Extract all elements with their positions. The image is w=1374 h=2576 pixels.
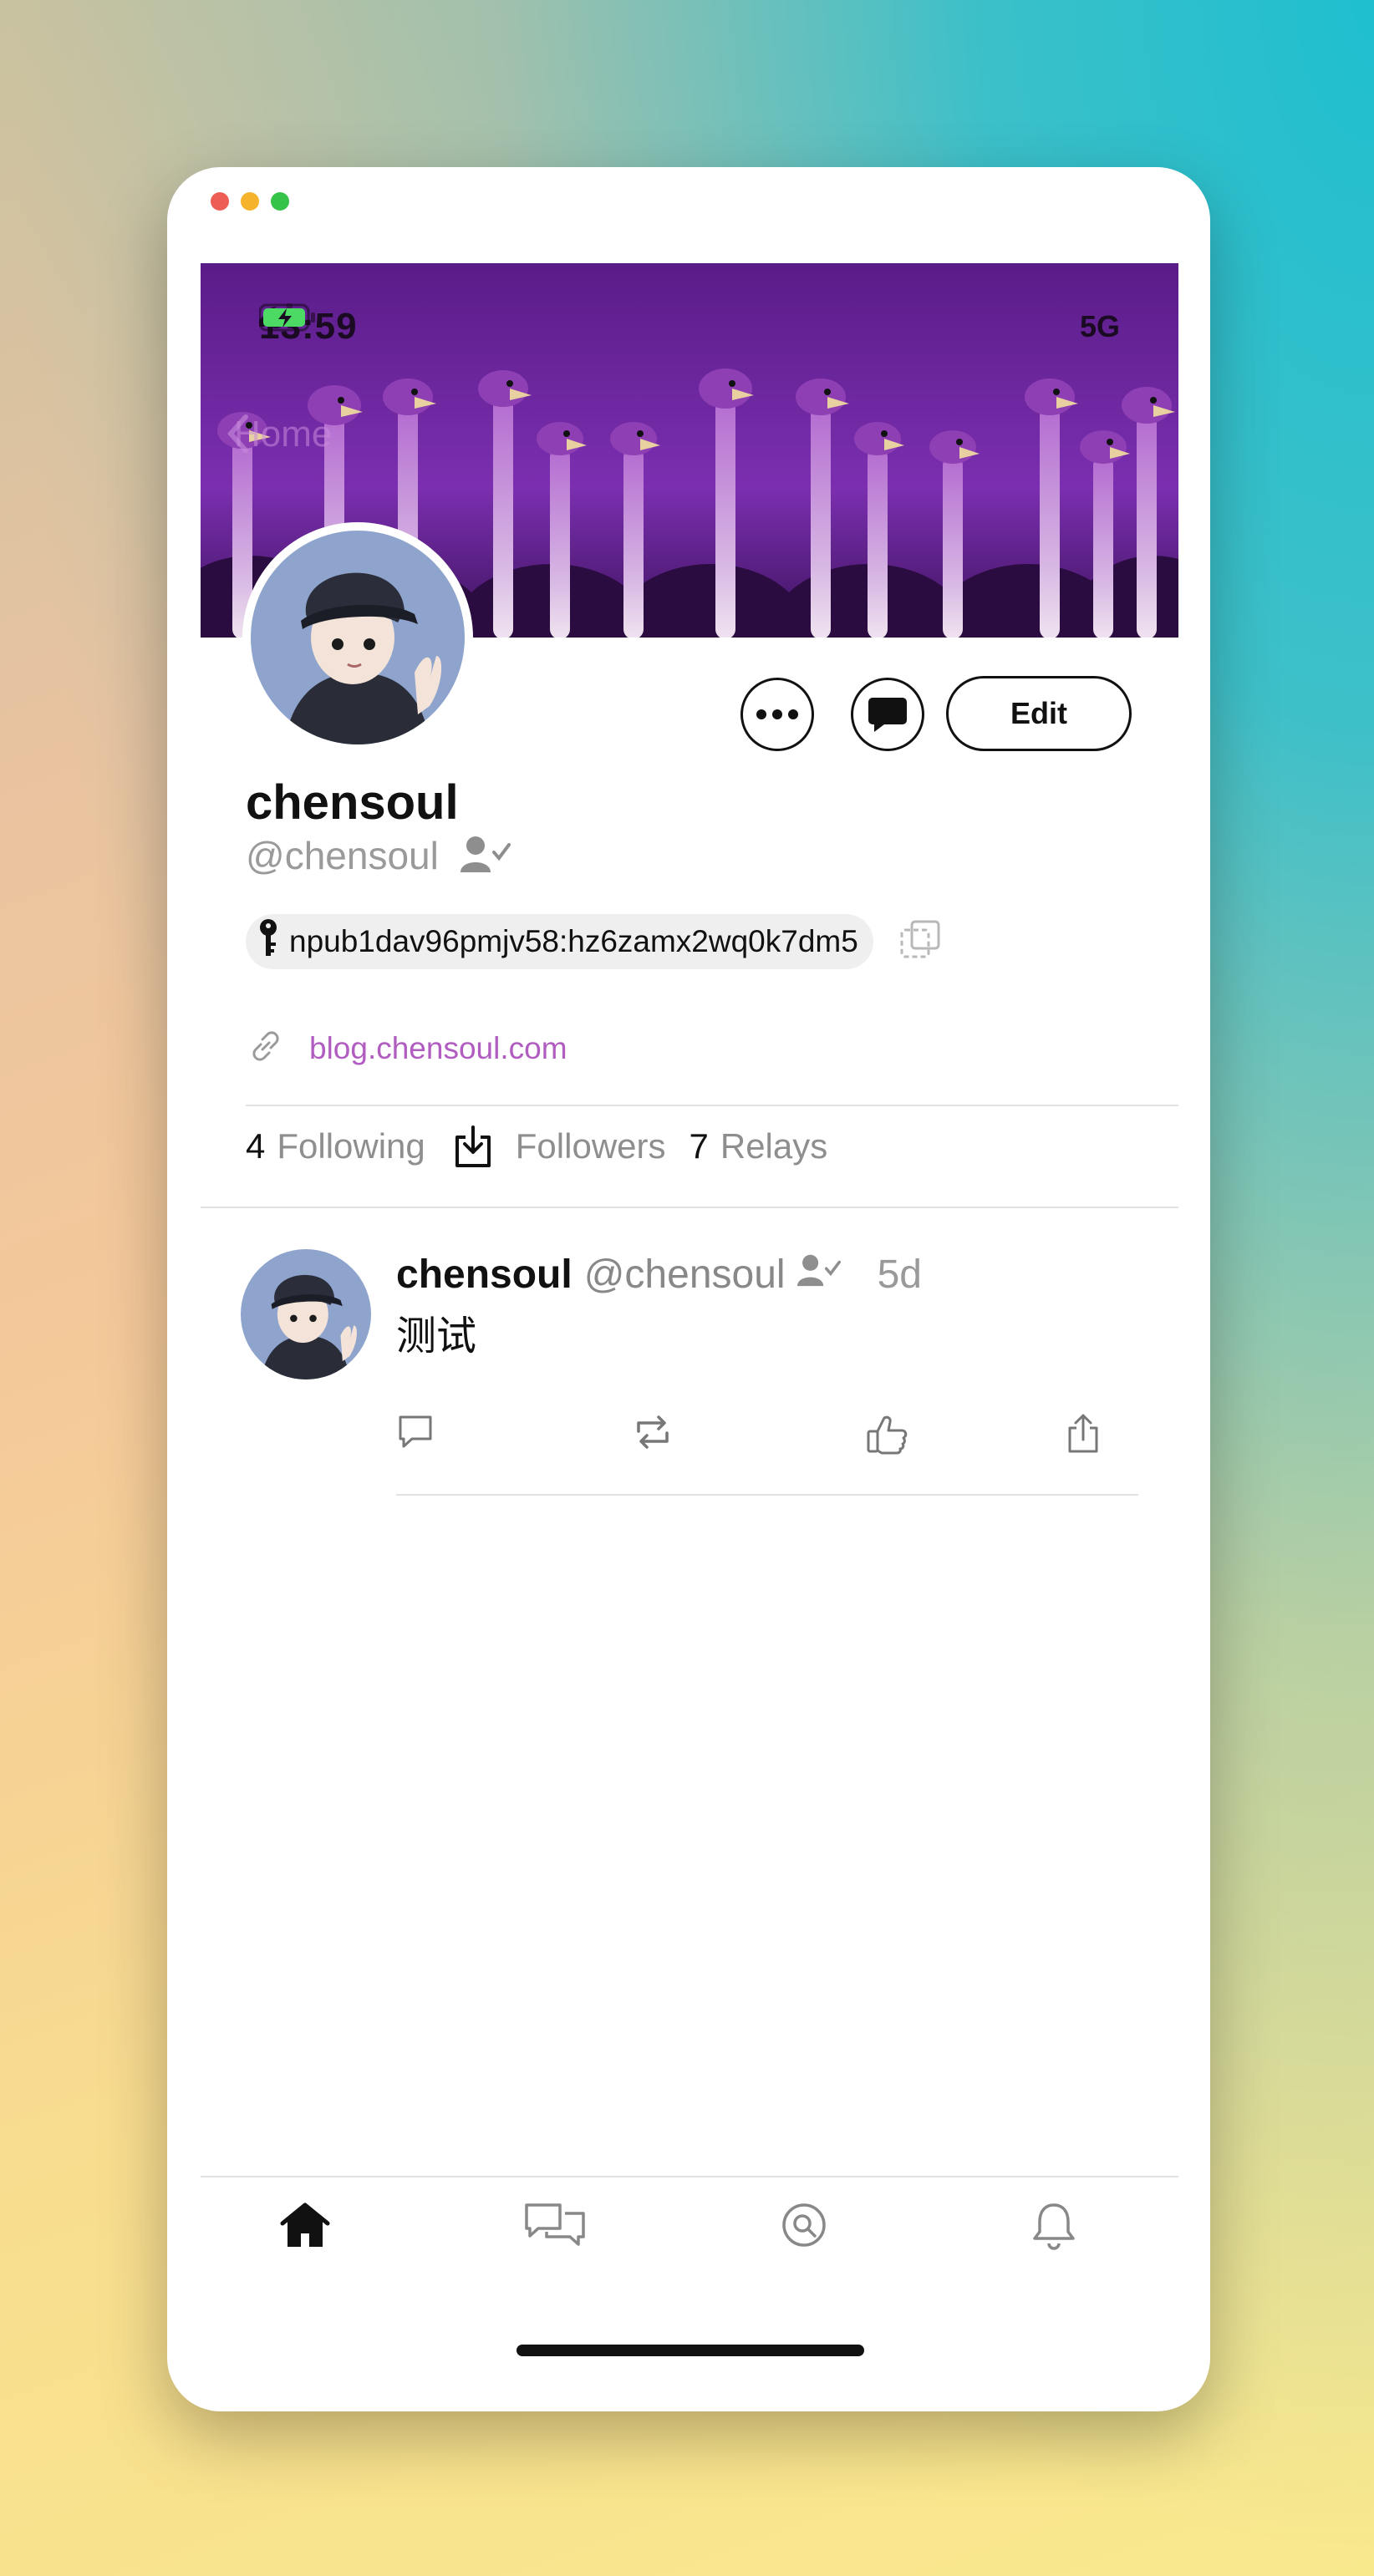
tab-home[interactable] xyxy=(279,2202,331,2253)
bottom-tab-bar xyxy=(201,2177,1178,2294)
minimize-window-button[interactable] xyxy=(241,192,259,211)
copy-icon[interactable] xyxy=(898,918,942,966)
verified-user-icon xyxy=(796,1252,841,1298)
divider xyxy=(201,1207,1178,1208)
post-timestamp: 5d xyxy=(877,1252,922,1297)
post-author-avatar[interactable] xyxy=(241,1249,371,1379)
following-label: Following xyxy=(277,1126,425,1166)
npub-row: npub1dav96pmjv58:hz6zamx2wq0k7dm5 xyxy=(246,914,942,969)
download-icon[interactable] xyxy=(452,1124,494,1169)
npub-text: npub1dav96pmjv58:hz6zamx2wq0k7dm5 xyxy=(289,924,858,958)
npub-pill[interactable]: npub1dav96pmjv58:hz6zamx2wq0k7dm5 xyxy=(246,914,873,969)
traffic-lights xyxy=(211,192,289,211)
tab-notifications[interactable] xyxy=(1031,2202,1076,2256)
like-icon[interactable] xyxy=(866,1413,911,1459)
share-icon[interactable] xyxy=(1065,1413,1102,1459)
back-home-link[interactable]: Home xyxy=(226,414,332,455)
avatar-illustration xyxy=(251,531,465,744)
status-bar: 13:59 5G xyxy=(259,303,1132,350)
followers-label[interactable]: Followers xyxy=(516,1126,666,1166)
tab-search[interactable] xyxy=(781,2202,827,2253)
relays-count: 7 xyxy=(689,1126,709,1166)
divider xyxy=(246,1105,1178,1106)
close-window-button[interactable] xyxy=(211,192,229,211)
reply-icon[interactable] xyxy=(396,1413,435,1456)
profile-display-name: chensoul xyxy=(246,775,459,830)
following-count: 4 xyxy=(246,1126,266,1166)
profile-handle: @chensoul xyxy=(246,834,439,877)
website-row: blog.chensoul.com xyxy=(247,1028,567,1069)
verified-user-icon xyxy=(460,834,511,878)
link-icon xyxy=(247,1028,284,1069)
post-divider xyxy=(396,1494,1138,1496)
profile-stats: 4 Following Followers 7 Relays xyxy=(246,1124,827,1169)
app-window: 13:59 5G Home Edit chensoul @chensoul np… xyxy=(167,167,1210,2411)
bell-icon xyxy=(1033,2203,1075,2250)
website-link[interactable]: blog.chensoul.com xyxy=(309,1031,567,1066)
post-author-handle: @chensoul xyxy=(583,1252,786,1297)
post-content: 测试 xyxy=(396,1314,477,1359)
zoom-window-button[interactable] xyxy=(271,192,289,211)
post-author-name[interactable]: chensoul xyxy=(396,1252,572,1298)
relays-label: Relays xyxy=(720,1126,828,1166)
repost-icon[interactable] xyxy=(632,1413,674,1456)
tab-messages[interactable] xyxy=(523,2202,587,2256)
chat-bubble-icon xyxy=(868,698,907,732)
message-button[interactable] xyxy=(851,678,924,751)
relays-stat[interactable]: 7 Relays xyxy=(690,1126,828,1166)
ellipsis-icon xyxy=(756,709,798,719)
following-stat[interactable]: 4 Following xyxy=(246,1126,425,1166)
key-icon xyxy=(257,917,279,967)
post-actions xyxy=(396,1413,1148,1463)
home-icon xyxy=(280,2203,330,2247)
more-options-button[interactable] xyxy=(740,678,814,751)
network-label: 5G xyxy=(1079,309,1120,343)
post-header: chensoul @chensoul 5d xyxy=(396,1252,922,1298)
avatar-illustration xyxy=(241,1249,371,1379)
profile-avatar[interactable] xyxy=(242,522,473,753)
edit-profile-button[interactable]: Edit xyxy=(946,676,1132,751)
home-indicator[interactable] xyxy=(517,2345,864,2356)
profile-handle-row: @chensoul xyxy=(246,833,511,878)
search-icon xyxy=(782,2203,826,2247)
phone-screen: 13:59 5G Home Edit chensoul @chensoul np… xyxy=(201,263,1178,2378)
messages-icon xyxy=(525,2203,585,2246)
